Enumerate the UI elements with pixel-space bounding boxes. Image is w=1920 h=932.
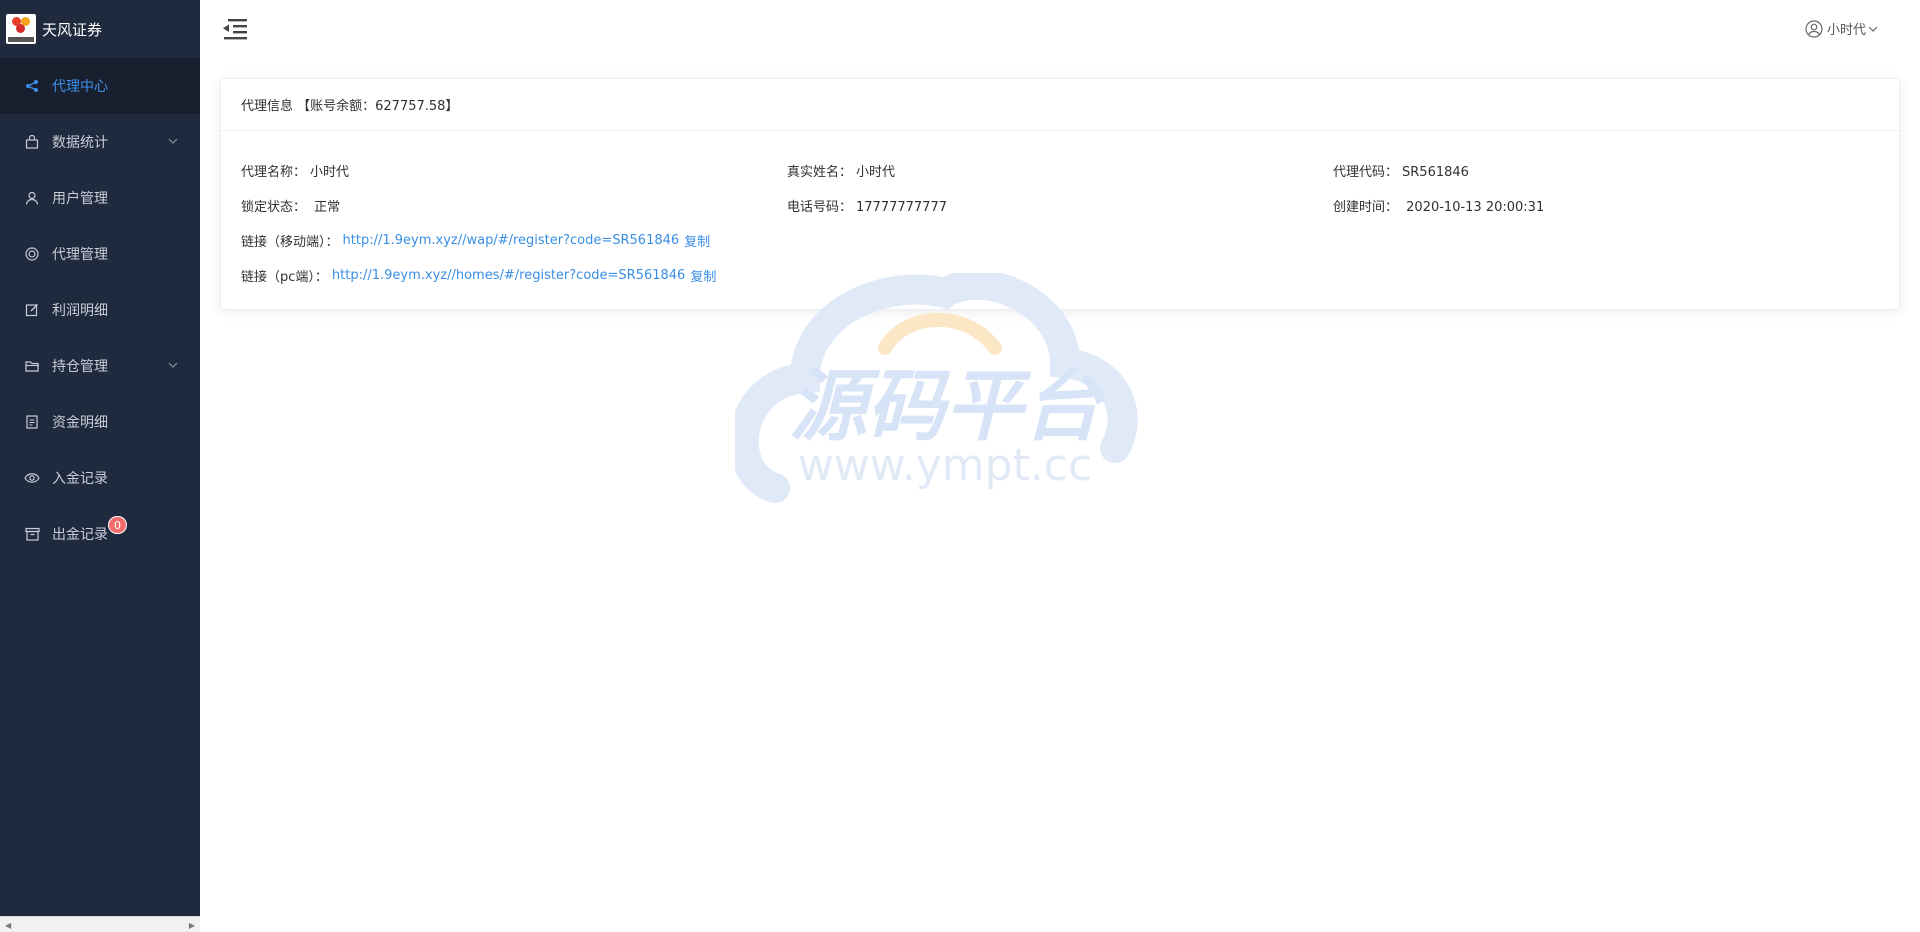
copy-mobile-link-button[interactable]: 复制 bbox=[684, 231, 710, 250]
user-menu[interactable]: 小时代 bbox=[1805, 19, 1878, 38]
field-label: 真实姓名： bbox=[787, 165, 853, 180]
document-icon bbox=[24, 414, 40, 430]
sidebar-horizontal-scrollbar[interactable]: ◀ ▶ bbox=[0, 916, 200, 932]
box-icon bbox=[24, 526, 40, 542]
field-label: 电话号码： bbox=[787, 200, 853, 215]
field-value: 正常 bbox=[314, 200, 341, 215]
info-row: 锁定状态： 正常 电话号码： 17777777777 创建时间： 2020-10-… bbox=[241, 188, 1879, 223]
sidebar-item-agents[interactable]: 代理管理 bbox=[0, 226, 200, 282]
pc-link-label: 链接（pc端）： bbox=[241, 270, 328, 285]
user-circle-icon bbox=[1805, 19, 1823, 38]
sidebar-item-users[interactable]: 用户管理 bbox=[0, 170, 200, 226]
info-row: 代理名称： 小时代 真实姓名： 小时代 代理代码： SR561846 bbox=[241, 153, 1879, 188]
field-label: 代理代码： bbox=[1333, 165, 1399, 180]
watermark-title: 源码平台 bbox=[789, 362, 1106, 452]
chevron-down-icon[interactable] bbox=[168, 360, 178, 370]
sidebar-item-label: 出金记录 bbox=[52, 527, 108, 543]
bag-icon bbox=[24, 134, 40, 150]
created-time-field: 创建时间： 2020-10-13 20:00:31 bbox=[1333, 196, 1879, 215]
card-title: 代理信息 【账号余额：627757.58】 bbox=[221, 79, 1899, 131]
field-value: 小时代 bbox=[856, 165, 896, 180]
card-body: 代理名称： 小时代 真实姓名： 小时代 代理代码： SR561846 锁定状态： 正常… bbox=[221, 131, 1899, 293]
sidebar-item-label: 利润明细 bbox=[52, 303, 108, 319]
chevron-down-icon[interactable] bbox=[168, 136, 178, 146]
field-label: 锁定状态： bbox=[241, 200, 307, 215]
help-ring-icon bbox=[24, 246, 40, 262]
menu-collapse-icon[interactable] bbox=[222, 17, 248, 41]
top-header: 小时代 bbox=[200, 0, 1920, 58]
sidebar-item-agent-center[interactable]: 代理中心 bbox=[0, 58, 200, 114]
sidebar-item-label: 代理中心 bbox=[52, 79, 108, 95]
sidebar-item-profit[interactable]: 利润明细 bbox=[0, 282, 200, 338]
field-value: 17777777777 bbox=[856, 200, 947, 215]
agent-code-field: 代理代码： SR561846 bbox=[1333, 161, 1879, 180]
user-icon bbox=[24, 190, 40, 206]
sidebar-item-deposits[interactable]: 入金记录 bbox=[0, 450, 200, 506]
sidebar-item-withdrawals[interactable]: 出金记录 0 bbox=[0, 506, 200, 562]
field-value: 2020-10-13 20:00:31 bbox=[1406, 200, 1545, 215]
mobile-link-label: 链接（移动端）： bbox=[241, 235, 339, 250]
brand-logo bbox=[6, 14, 36, 44]
sidebar-item-label: 用户管理 bbox=[52, 191, 108, 207]
sidebar-item-funds[interactable]: 资金明细 bbox=[0, 394, 200, 450]
sidebar-item-positions[interactable]: 持仓管理 bbox=[0, 338, 200, 394]
phone-field: 电话号码： 17777777777 bbox=[787, 196, 1333, 215]
scroll-left-icon[interactable]: ◀ bbox=[5, 921, 11, 930]
pc-register-link[interactable]: http://1.9eym.xyz//homes/#/register?code… bbox=[332, 268, 685, 283]
eye-icon bbox=[24, 470, 40, 486]
field-value: 小时代 bbox=[310, 165, 350, 180]
sidebar-item-label: 代理管理 bbox=[52, 247, 108, 263]
sidebar-menu: 代理中心 数据统计 用户管理 代理管理 利润明细 持仓管理 资金明细 入金记录 … bbox=[0, 58, 200, 562]
sidebar-item-label: 数据统计 bbox=[52, 135, 108, 151]
user-name: 小时代 bbox=[1826, 23, 1866, 38]
sidebar-item-statistics[interactable]: 数据统计 bbox=[0, 114, 200, 170]
brand-name: 天风证券 bbox=[42, 20, 103, 39]
field-label: 代理名称： bbox=[241, 165, 307, 180]
withdrawal-count-badge: 0 bbox=[108, 516, 127, 534]
main-content: 代理信息 【账号余额：627757.58】 代理名称： 小时代 真实姓名： 小时代 … bbox=[200, 58, 1920, 932]
brand[interactable]: 天风证券 bbox=[0, 0, 200, 58]
sidebar-item-label: 持仓管理 bbox=[52, 359, 108, 375]
lock-status-field: 锁定状态： 正常 bbox=[241, 196, 787, 215]
field-value: SR561846 bbox=[1402, 165, 1469, 180]
field-label: 创建时间： bbox=[1333, 200, 1399, 215]
real-name-field: 真实姓名： 小时代 bbox=[787, 161, 1333, 180]
watermark: 源码平台 www.ympt.cc bbox=[735, 273, 1138, 503]
folder-icon bbox=[24, 358, 40, 374]
copy-pc-link-button[interactable]: 复制 bbox=[690, 266, 716, 285]
edit-icon bbox=[24, 302, 40, 318]
sidebar-item-label: 入金记录 bbox=[52, 471, 108, 487]
scroll-right-icon[interactable]: ▶ bbox=[189, 921, 195, 930]
share-icon bbox=[24, 78, 40, 94]
agent-name-field: 代理名称： 小时代 bbox=[241, 161, 787, 180]
mobile-link-row: 链接（移动端）： http://1.9eym.xyz//wap/#/regist… bbox=[241, 223, 1879, 258]
mobile-register-link[interactable]: http://1.9eym.xyz//wap/#/register?code=S… bbox=[343, 233, 680, 248]
chevron-down-icon bbox=[1868, 26, 1878, 32]
sidebar: 天风证券 代理中心 数据统计 用户管理 代理管理 利润明细 持仓管理 资金明细 … bbox=[0, 0, 200, 932]
watermark-url: www.ympt.cc bbox=[798, 440, 1092, 491]
sidebar-item-label: 资金明细 bbox=[52, 415, 108, 431]
